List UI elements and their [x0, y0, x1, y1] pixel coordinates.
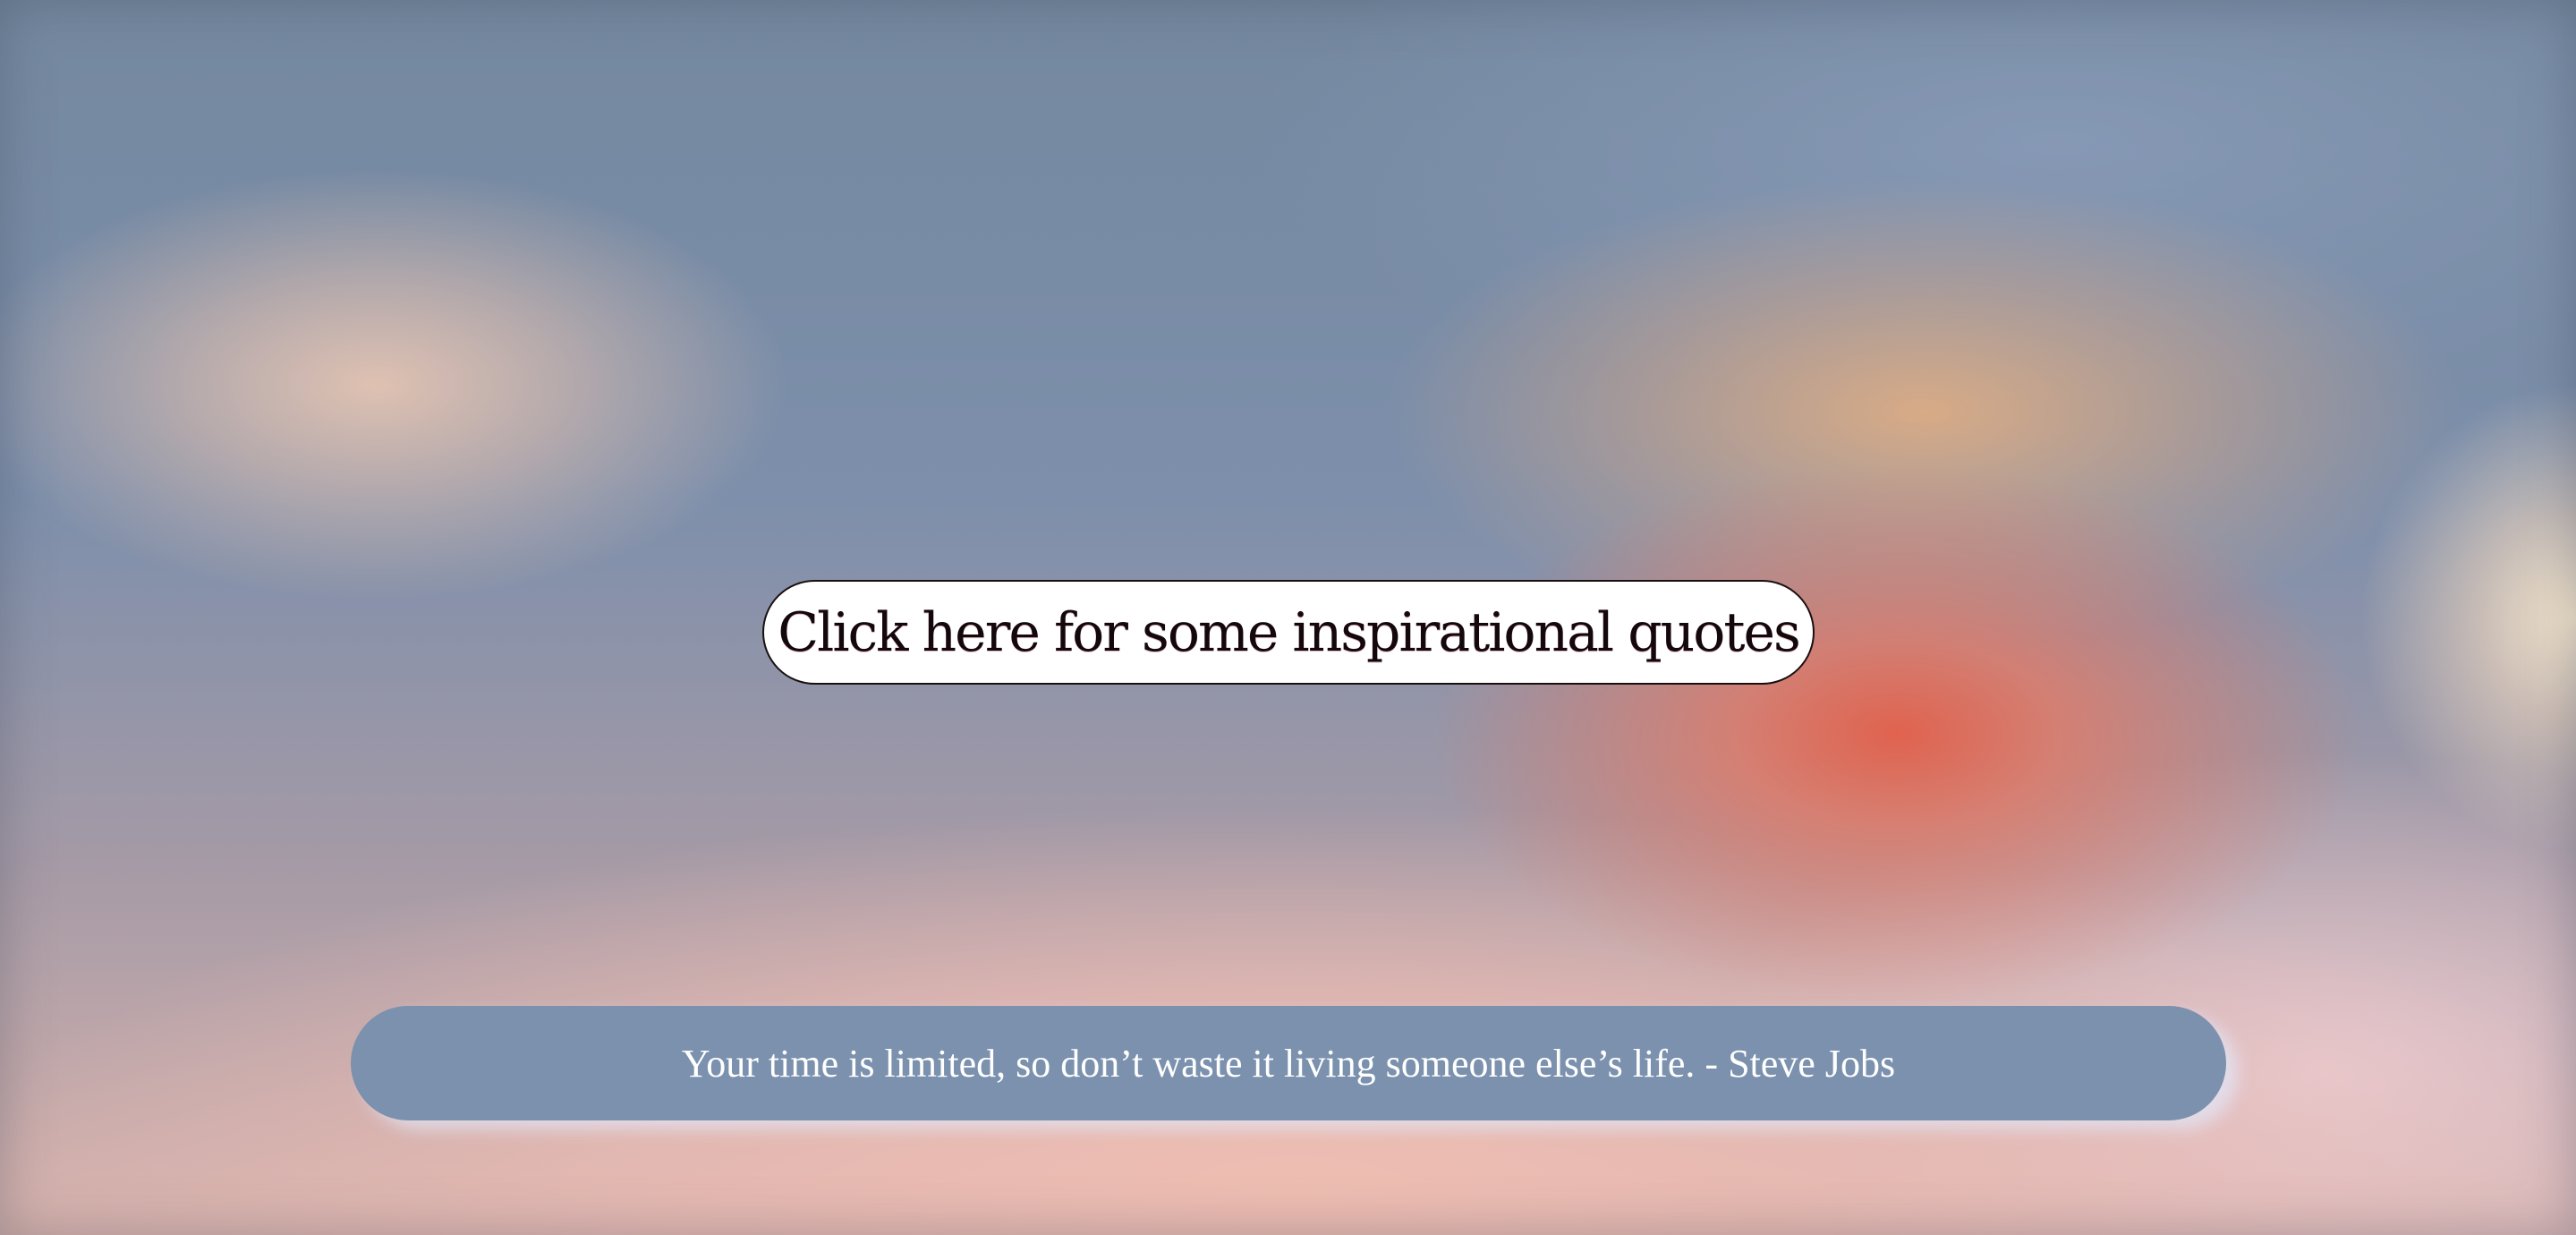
quotes-button-label: Click here for some inspirational quotes: [778, 600, 1801, 664]
inspirational-quotes-button[interactable]: Click here for some inspirational quotes: [762, 580, 1815, 685]
quote-text: Your time is limited, so don’t waste it …: [681, 1041, 1896, 1086]
quote-display: Your time is limited, so don’t waste it …: [351, 1006, 2226, 1120]
